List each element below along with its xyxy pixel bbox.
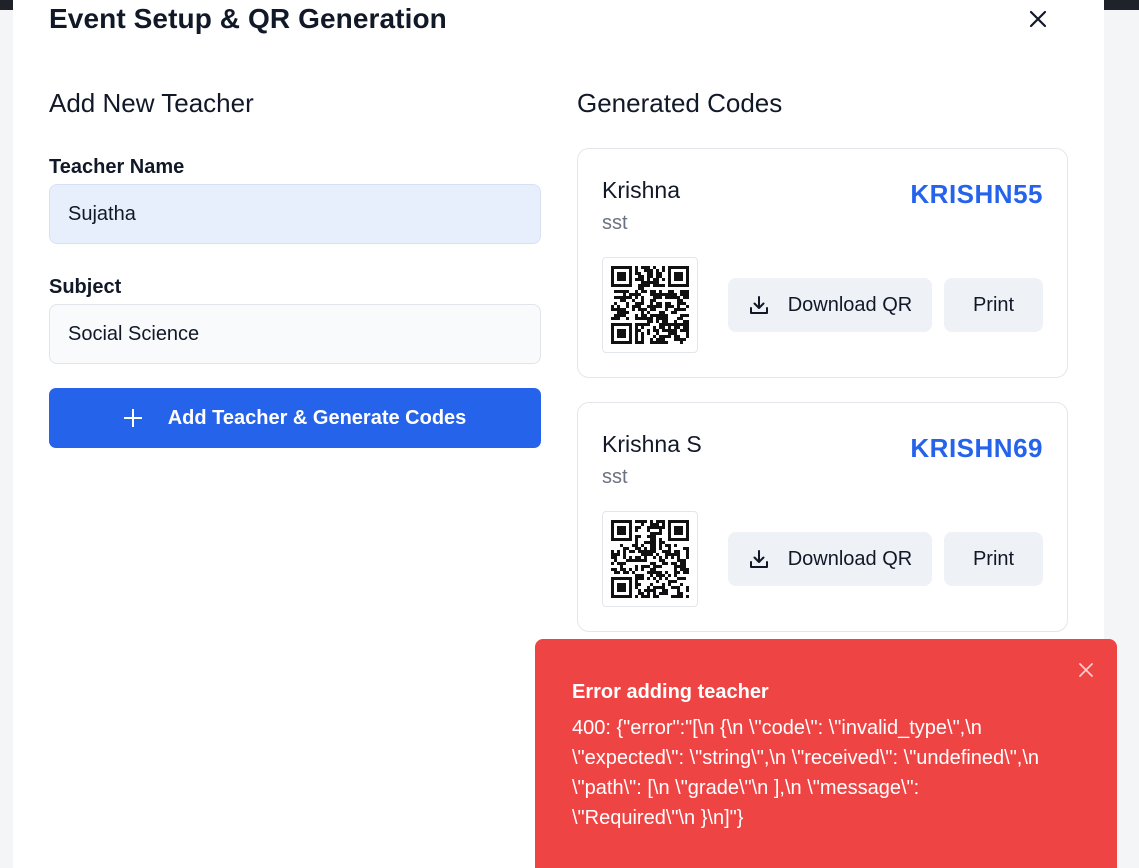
qr-code-icon bbox=[602, 511, 698, 607]
teacher-subject: sst bbox=[602, 466, 628, 488]
print-label: Print bbox=[972, 547, 1015, 570]
close-icon[interactable] bbox=[1027, 8, 1049, 30]
qr-code-icon bbox=[602, 257, 698, 353]
add-teacher-generate-label: Add Teacher & Generate Codes bbox=[167, 406, 467, 429]
download-qr-button[interactable]: Download QR bbox=[728, 532, 932, 586]
generated-codes-heading: Generated Codes bbox=[577, 88, 783, 118]
add-teacher-heading: Add New Teacher bbox=[49, 88, 254, 118]
toast-title: Error adding teacher bbox=[572, 681, 769, 703]
download-qr-label: Download QR bbox=[787, 547, 913, 570]
subject-label: Subject bbox=[49, 276, 122, 298]
teacher-name: Krishna S bbox=[602, 431, 702, 457]
download-qr-button[interactable]: Download QR bbox=[728, 278, 932, 332]
subject-input[interactable] bbox=[49, 304, 541, 364]
plus-icon bbox=[123, 409, 142, 427]
print-button[interactable]: Print bbox=[944, 278, 1043, 332]
teacher-name-label: Teacher Name bbox=[49, 156, 185, 178]
download-qr-label: Download QR bbox=[787, 293, 913, 316]
add-teacher-generate-button[interactable]: Add Teacher & Generate Codes bbox=[49, 388, 541, 448]
print-button[interactable]: Print bbox=[944, 532, 1043, 586]
teacher-code: KRISHN55 bbox=[910, 179, 1043, 209]
teacher-name: Krishna bbox=[602, 177, 680, 203]
code-card: Krishna sst KRISHN55 Download QR Print bbox=[577, 148, 1068, 378]
close-icon[interactable] bbox=[1077, 661, 1095, 679]
download-icon bbox=[749, 550, 768, 568]
teacher-subject: sst bbox=[602, 212, 628, 234]
modal-title: Event Setup & QR Generation bbox=[49, 3, 447, 34]
error-toast: Error adding teacher 400: {"error":"[\n … bbox=[535, 639, 1117, 868]
teacher-name-input[interactable] bbox=[49, 184, 541, 244]
print-label: Print bbox=[972, 293, 1015, 316]
teacher-code: KRISHN69 bbox=[910, 433, 1043, 463]
download-icon bbox=[749, 296, 768, 314]
code-card: Krishna S sst KRISHN69 Download QR Print bbox=[577, 402, 1068, 632]
toast-message: 400: {"error":"[\n {\n \"code\": \"inval… bbox=[572, 717, 1040, 829]
